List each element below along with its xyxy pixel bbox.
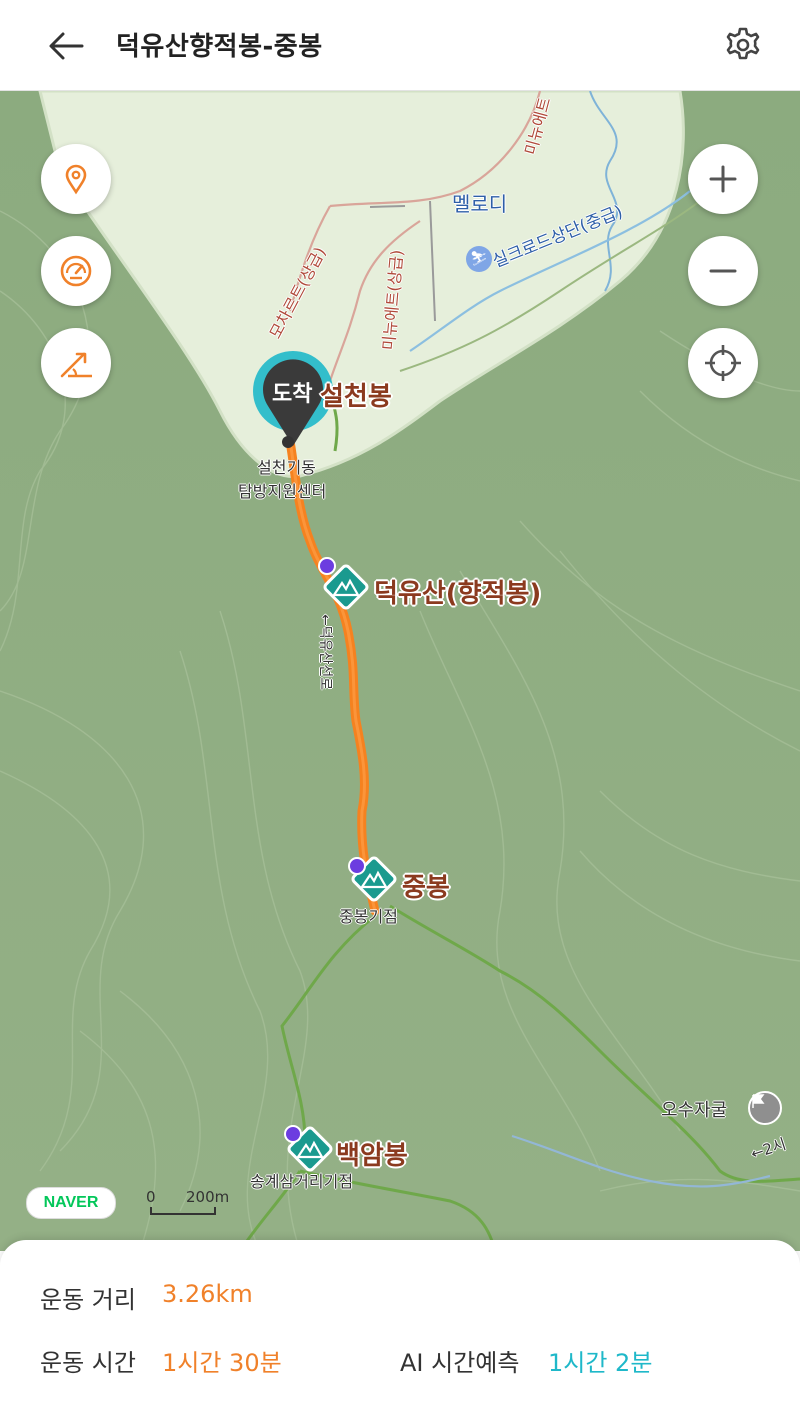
flag-icon[interactable] xyxy=(748,1091,782,1125)
speed-button[interactable] xyxy=(41,236,111,306)
trailhead-label-1: 설천기동 xyxy=(257,458,316,477)
app-header: 덕유산향적봉-중봉 xyxy=(0,0,800,91)
location-button[interactable] xyxy=(41,144,111,214)
back-button[interactable] xyxy=(42,22,90,70)
peak-badge xyxy=(284,1125,302,1143)
peak-label-hyangjeok: 덕유산(향적봉) xyxy=(374,579,542,609)
peak-badge xyxy=(348,857,366,875)
map-view[interactable]: 도착 설천봉 설천기동 탐방지원센터 덕유산(향적봉) 중봉 중봉기점 백암봉 … xyxy=(0,91,800,1251)
location-pin-icon xyxy=(65,164,87,195)
distance-value: 3.26km xyxy=(162,1280,253,1308)
ai-prediction-label: AI 시간예측 xyxy=(400,1349,520,1377)
songgye-point-label: 송계삼거리기점 xyxy=(250,1172,354,1191)
current-location-button[interactable] xyxy=(688,328,758,398)
peak-label-seolcheon: 설천봉 xyxy=(320,382,392,412)
zoom-in-button[interactable] xyxy=(688,144,758,214)
scale-bar xyxy=(150,1207,216,1215)
trail-vertical-label: ←덕유산선로 xyxy=(317,614,333,691)
time-label: 운동 시간 xyxy=(40,1349,136,1377)
zoom-in-icon xyxy=(709,165,737,193)
gear-icon xyxy=(726,27,760,60)
speedometer-icon xyxy=(60,255,92,287)
ai-prediction-value: 1시간 2분 xyxy=(548,1349,653,1377)
peak-badge xyxy=(318,557,336,575)
zoom-out-icon xyxy=(709,269,737,273)
naver-logo: NAVER xyxy=(26,1187,116,1219)
scale-zero: 0 xyxy=(146,1188,156,1206)
melody-label: 멜로디 xyxy=(452,192,508,216)
jungbong-point-label: 중봉기점 xyxy=(339,907,398,926)
scale-distance: 200m xyxy=(186,1188,230,1206)
settings-button[interactable] xyxy=(718,20,768,70)
slope-icon xyxy=(60,352,92,378)
slope-button[interactable] xyxy=(41,328,111,398)
trailhead-label-2: 탐방지원센터 xyxy=(238,482,327,501)
arrow-left-icon xyxy=(49,32,84,60)
stats-panel: 운동 거리 3.26km 운동 시간 1시간 30분 AI 시간예측 1시간 2… xyxy=(0,1240,800,1413)
arrival-label: 도착 xyxy=(272,382,313,407)
peak-label-baegam: 백암봉 xyxy=(336,1141,408,1171)
page-title: 덕유산향적봉-중봉 xyxy=(116,32,323,62)
crosshair-icon xyxy=(705,345,741,381)
time-value: 1시간 30분 xyxy=(162,1349,282,1377)
osu-cave-label: 오수자굴 xyxy=(661,1100,728,1121)
peak-label-jungbong: 중봉 xyxy=(402,873,450,903)
zoom-out-button[interactable] xyxy=(688,236,758,306)
distance-label: 운동 거리 xyxy=(40,1286,136,1314)
